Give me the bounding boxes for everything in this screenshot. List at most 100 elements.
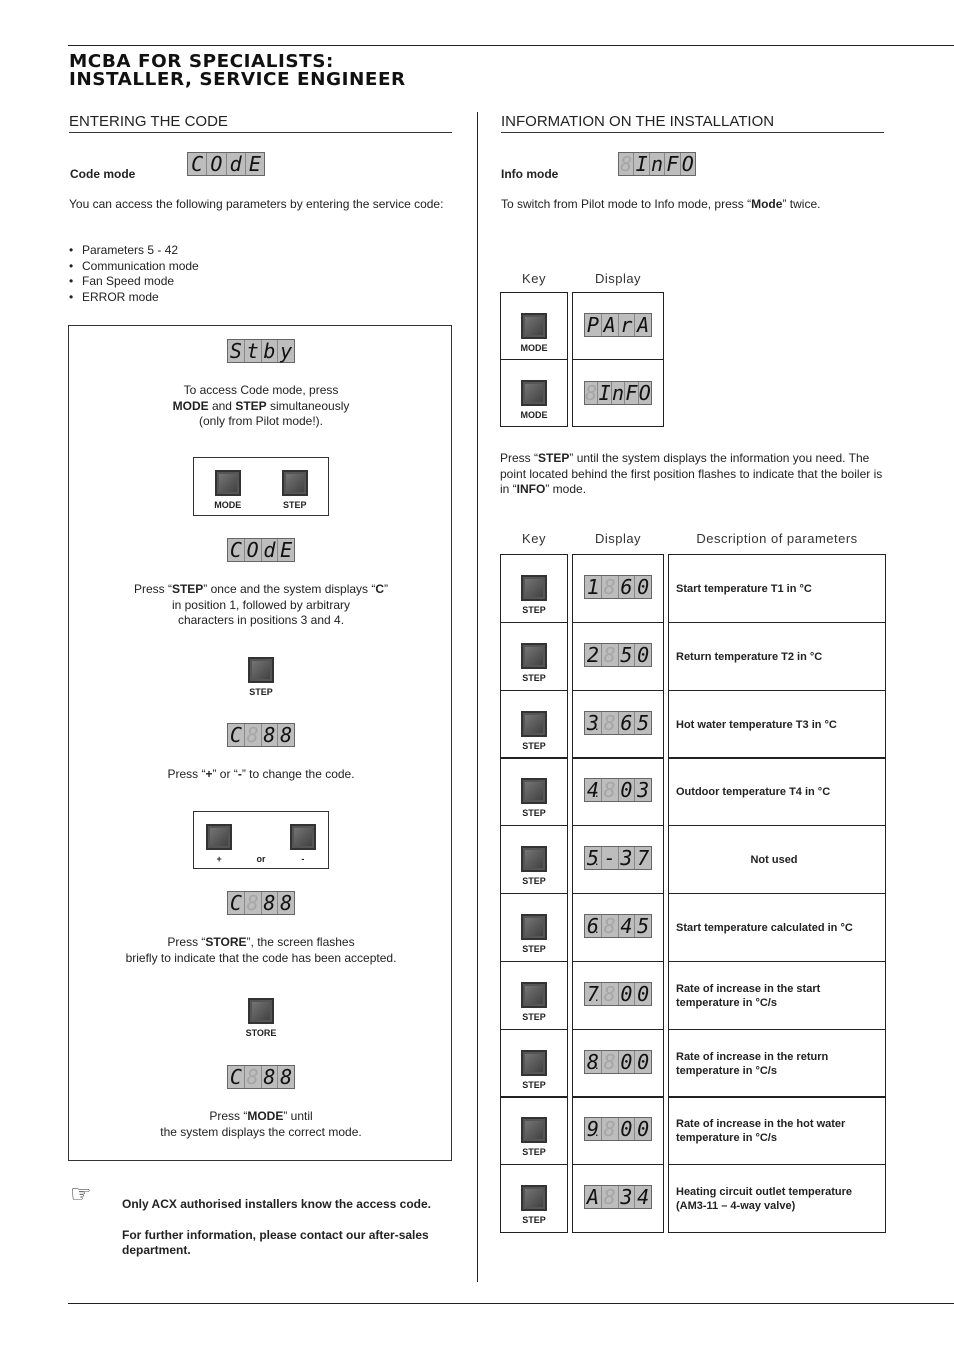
lcd-digit: O — [638, 381, 651, 405]
key-cell: STEP — [500, 554, 568, 623]
switch-instructions: To switch from Pilot mode to Info mode, … — [501, 197, 821, 211]
minus-key[interactable]: - — [289, 824, 316, 864]
step-button[interactable] — [521, 1050, 547, 1076]
key-cell: STEP — [500, 757, 568, 826]
step-button[interactable] — [521, 1117, 547, 1143]
plus-button[interactable] — [206, 824, 233, 850]
step-button[interactable] — [521, 982, 547, 1008]
lcd-digit: 4. — [586, 778, 602, 802]
parameter-description: Outdoor temperature T4 in °C — [676, 785, 831, 798]
lcd-digit: r — [619, 314, 636, 336]
parameter-description: Start temperature T1 in °C — [676, 582, 812, 595]
bottom-rule — [68, 1303, 954, 1304]
lcd-digit: 8 — [280, 891, 293, 915]
lcd-digit: 4 — [619, 915, 636, 937]
display-cell: P A r A — [572, 292, 664, 360]
description-cell: Rate of increase in the return temperatu… — [668, 1029, 886, 1098]
step-button[interactable] — [248, 657, 274, 683]
key-cell: STEP — [500, 622, 568, 691]
display-cell: 1.860 — [572, 554, 664, 623]
store-key[interactable]: STORE — [239, 998, 283, 1038]
lcd-digit: 8 — [602, 1186, 619, 1208]
step-button[interactable] — [281, 470, 308, 496]
step-button[interactable] — [521, 1185, 547, 1211]
lcd-digit: 0 — [619, 1051, 636, 1073]
lcd-digit: S — [228, 340, 245, 362]
step-button[interactable] — [521, 846, 547, 872]
lcd-display-parameter: 6.845 — [584, 914, 652, 938]
plus-key[interactable]: + — [206, 824, 233, 864]
step-key[interactable]: STEP — [501, 1165, 567, 1225]
lcd-digit: I — [634, 153, 650, 175]
step-key[interactable]: STEP — [501, 962, 567, 1022]
mode-button[interactable] — [521, 380, 547, 406]
step-instructions: Press “STEP” until the system displays t… — [500, 451, 883, 496]
step-key[interactable]: STEP — [281, 470, 308, 510]
lcd-display-parameter: 8.800 — [584, 1050, 652, 1074]
lcd-display-parameter: A.834 — [584, 1185, 652, 1209]
section-title-entering-code: ENTERING THE CODE — [69, 113, 452, 133]
lcd-digit: 5 — [619, 644, 636, 666]
lcd-digit: 5 — [637, 914, 650, 938]
step-key[interactable]: STEP — [501, 826, 567, 886]
info-mode-label: Info mode — [501, 167, 559, 181]
lcd-digit: C — [188, 153, 208, 175]
lcd-display-info-mode: 8 I n F O — [618, 152, 696, 176]
lcd-display-parameter: 9.800 — [584, 1117, 652, 1141]
mode-button[interactable] — [521, 313, 547, 339]
step-key[interactable]: STEP — [501, 1030, 567, 1090]
lcd-digit: E — [280, 538, 293, 562]
key-cell: MODE — [500, 359, 568, 427]
lcd-digit: 3 — [637, 778, 650, 802]
lcd-display-parameter: 2.850 — [584, 643, 652, 667]
lcd-digit: 8 — [602, 915, 619, 937]
display-cell: 5.-37 — [572, 825, 664, 894]
list-item: Parameters 5 - 42 — [69, 243, 199, 259]
step-key[interactable]: STEP — [246, 657, 276, 697]
step-button[interactable] — [521, 575, 547, 601]
lcd-display-c88: C 8 8 8 — [227, 1065, 295, 1089]
step-button[interactable] — [521, 914, 547, 940]
lcd-digit: b — [262, 340, 279, 362]
mode-key[interactable]: MODE — [501, 293, 567, 353]
mode-button[interactable] — [214, 470, 241, 496]
step-key[interactable]: STEP — [501, 894, 567, 954]
parameter-description: Not used — [750, 853, 798, 866]
lcd-digit: 6 — [619, 576, 636, 598]
display-cell: 2.850 — [572, 622, 664, 691]
minus-button[interactable] — [289, 824, 316, 850]
lcd-digit: O — [245, 539, 262, 561]
display-cell: 3.865 — [572, 690, 664, 759]
lcd-digit: C — [228, 892, 245, 914]
code-entry-panel: S t b y To access Code mode, press MODE … — [68, 325, 452, 1161]
step3-instructions: Press “+” or “-” to change the code. — [167, 767, 355, 781]
step-key[interactable]: STEP — [501, 555, 567, 615]
mode-key[interactable]: MODE — [214, 470, 241, 510]
lcd-digit: 0 — [637, 643, 650, 667]
description-cell: Heating circuit outlet temperature (AM3-… — [668, 1164, 886, 1233]
lcd-digit: A. — [586, 1185, 602, 1209]
lcd-digit: A — [602, 314, 619, 336]
key-cell: STEP — [500, 1029, 568, 1098]
lcd-digit: O — [207, 153, 227, 175]
step-button[interactable] — [521, 778, 547, 804]
step-key[interactable]: STEP — [501, 691, 567, 751]
mode-key[interactable]: MODE — [501, 360, 567, 420]
step-button[interactable] — [521, 643, 547, 669]
lcd-digit: 5 — [637, 711, 650, 735]
store-button[interactable] — [248, 998, 274, 1024]
top-rule — [68, 45, 954, 46]
intro-text: You can access the following parameters … — [69, 197, 444, 211]
step-key[interactable]: STEP — [501, 623, 567, 683]
step-button[interactable] — [521, 711, 547, 737]
step5-instructions: Press “MODE” until the system displays t… — [160, 1109, 362, 1139]
lcd-digit: O — [681, 152, 694, 176]
lcd-digit: 3. — [586, 711, 602, 735]
col-header-key: Key — [522, 271, 546, 286]
lcd-digit: C — [228, 724, 245, 746]
parameter-description: Rate of increase in the return temperatu… — [676, 1050, 829, 1077]
step-key[interactable]: STEP — [501, 1097, 567, 1157]
description-cell: Rate of increase in the start temperatur… — [668, 961, 886, 1030]
step-key[interactable]: STEP — [501, 758, 567, 818]
column-divider — [477, 112, 478, 1282]
